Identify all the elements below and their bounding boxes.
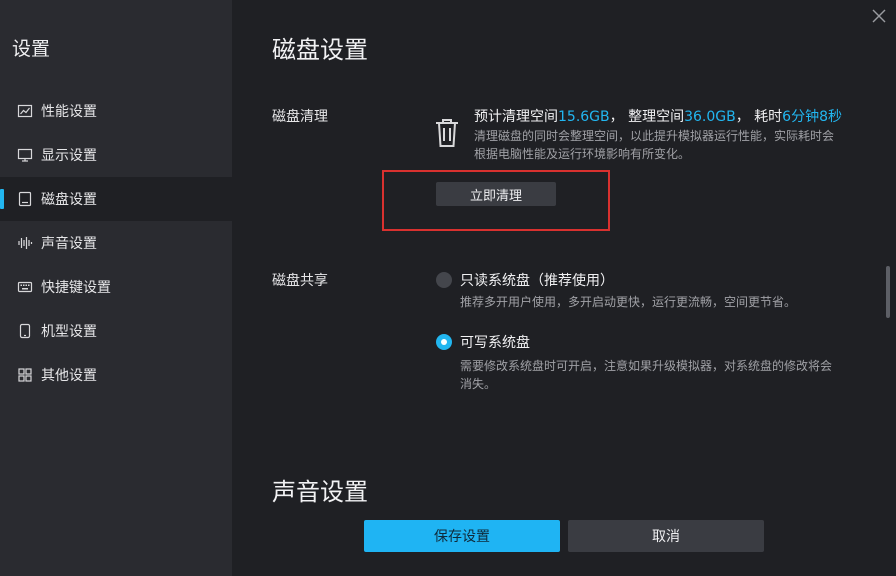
sidebar-item-hotkeys[interactable]: 快捷键设置 bbox=[0, 265, 232, 309]
option-label: 只读系统盘（推荐使用） bbox=[460, 273, 614, 289]
writable-system-disk-option[interactable]: 可写系统盘 bbox=[436, 332, 530, 352]
description-line: 需要修改系统盘时可开启，注意如果升级模拟器，对系统盘的修改将会 bbox=[460, 359, 833, 373]
sidebar-item-disk[interactable]: 磁盘设置 bbox=[0, 177, 232, 221]
stat-separator: ， bbox=[735, 109, 755, 125]
writable-option-description: 需要修改系统盘时可开启，注意如果升级模拟器，对系统盘的修改将会 消失。 bbox=[460, 357, 832, 393]
sidebar: 设置 性能设置 显示设置 磁盘设置 声音设置 快捷键设置 机型设置 其他设置 bbox=[0, 0, 232, 576]
sidebar-item-other[interactable]: 其他设置 bbox=[0, 353, 232, 397]
estimated-clean-label: 预计清理空间 bbox=[474, 109, 558, 125]
readonly-option-description: 推荐多开用户使用，多开启动更快，运行更流畅，空间更节省。 bbox=[460, 293, 796, 311]
time-cost-label: 耗时 bbox=[754, 109, 783, 125]
settings-window: 设置 性能设置 显示设置 磁盘设置 声音设置 快捷键设置 机型设置 其他设置 磁… bbox=[0, 0, 896, 576]
option-label: 可写系统盘 bbox=[460, 335, 530, 351]
description-line: 消失。 bbox=[460, 377, 497, 391]
close-button[interactable] bbox=[870, 7, 888, 25]
sidebar-item-performance[interactable]: 性能设置 bbox=[0, 89, 232, 133]
radio-button[interactable] bbox=[436, 272, 452, 288]
radio-button-selected[interactable] bbox=[436, 334, 452, 350]
organize-space-label: 整理空间 bbox=[628, 109, 685, 125]
disk-share-label: 磁盘共享 bbox=[272, 273, 328, 289]
save-button[interactable]: 保存设置 bbox=[364, 520, 560, 552]
description-line: 推荐多开用户使用，多开启动更快，运行更流畅，空间更节省。 bbox=[460, 295, 797, 309]
disk-clean-label: 磁盘清理 bbox=[272, 109, 328, 125]
readonly-system-disk-option[interactable]: 只读系统盘（推荐使用） bbox=[436, 270, 614, 290]
grid-icon bbox=[17, 367, 33, 383]
sidebar-item-label: 快捷键设置 bbox=[41, 280, 111, 296]
trash-icon bbox=[434, 118, 460, 148]
close-icon bbox=[872, 9, 886, 23]
phone-icon bbox=[17, 323, 33, 339]
sidebar-item-label: 显示设置 bbox=[41, 148, 97, 164]
sidebar-item-label: 机型设置 bbox=[41, 324, 97, 340]
sound-wave-icon bbox=[17, 235, 33, 251]
page-title: 磁盘设置 bbox=[272, 36, 368, 64]
sidebar-title: 设置 bbox=[12, 38, 51, 60]
sidebar-item-label: 性能设置 bbox=[41, 104, 97, 120]
sidebar-item-label: 声音设置 bbox=[41, 236, 97, 252]
disk-icon bbox=[17, 191, 33, 207]
organize-space-value: 36.0GB bbox=[684, 109, 736, 125]
sound-section-title: 声音设置 bbox=[272, 478, 368, 506]
time-cost-value: 6分钟8秒 bbox=[782, 109, 842, 125]
sidebar-item-sound[interactable]: 声音设置 bbox=[0, 221, 232, 265]
clean-now-button[interactable]: 立即清理 bbox=[436, 182, 556, 206]
disk-clean-stats: 预计清理空间15.6GB， 整理空间36.0GB， 耗时6分钟8秒 bbox=[474, 106, 842, 126]
description-line: 清理磁盘的同时会整理空间，以此提升模拟器运行性能，实际耗时会 bbox=[474, 129, 835, 143]
performance-chart-icon bbox=[17, 103, 33, 119]
sidebar-item-label: 磁盘设置 bbox=[41, 192, 97, 208]
keyboard-icon bbox=[17, 279, 33, 295]
main-panel: 磁盘设置 磁盘清理 预计清理空间15.6GB， 整理空间36.0GB， 耗时6分… bbox=[232, 0, 896, 576]
monitor-icon bbox=[17, 147, 33, 163]
sidebar-item-display[interactable]: 显示设置 bbox=[0, 133, 232, 177]
stat-separator: ， bbox=[609, 109, 629, 125]
sidebar-item-device-model[interactable]: 机型设置 bbox=[0, 309, 232, 353]
description-line: 根据电脑性能及运行环境影响有所变化。 bbox=[474, 147, 691, 161]
sidebar-nav: 性能设置 显示设置 磁盘设置 声音设置 快捷键设置 机型设置 其他设置 bbox=[0, 89, 232, 397]
disk-clean-description: 清理磁盘的同时会整理空间，以此提升模拟器运行性能，实际耗时会 根据电脑性能及运行… bbox=[474, 127, 834, 163]
cancel-button[interactable]: 取消 bbox=[568, 520, 764, 552]
vertical-scrollbar[interactable] bbox=[886, 266, 890, 318]
sidebar-item-label: 其他设置 bbox=[41, 368, 97, 384]
estimated-clean-value: 15.6GB bbox=[558, 109, 610, 125]
